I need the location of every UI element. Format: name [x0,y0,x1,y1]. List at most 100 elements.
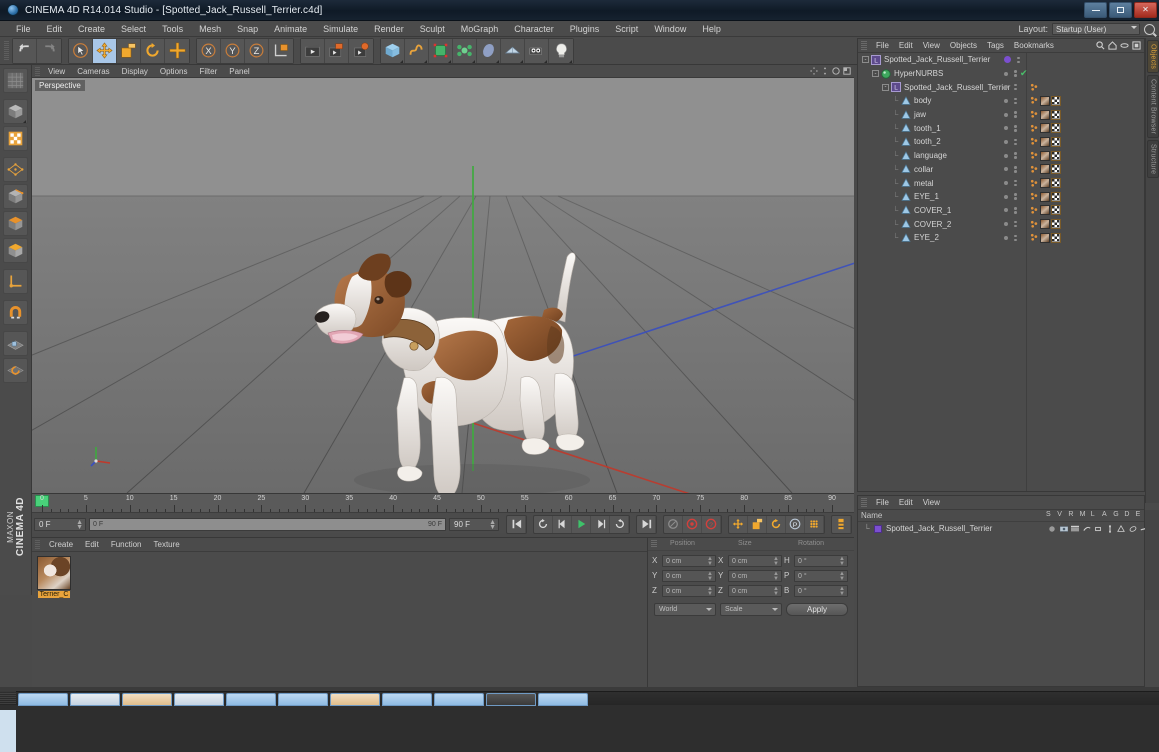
axis-l-icon[interactable] [3,269,28,294]
menu-item-simulate[interactable]: Simulate [315,22,366,36]
material-menu-edit[interactable]: Edit [79,540,105,549]
menu-item-render[interactable]: Render [366,22,412,36]
tag-dots-icon[interactable] [1030,206,1039,215]
taskbar-app[interactable] [278,693,328,706]
redo-button[interactable] [37,39,61,63]
maximize-button[interactable] [1109,2,1132,18]
object-tree[interactable]: -LSpotted_Jack_Russell_Terrier-HyperNURB… [858,53,1144,491]
material-tag-icon[interactable] [1083,525,1091,533]
material-tag-icon[interactable] [1040,205,1050,215]
box-icon[interactable] [1132,41,1141,52]
rotate-tool[interactable] [141,39,165,63]
object-row[interactable]: -HyperNURBS✔ [858,67,1144,81]
viewport-menu-options[interactable]: Options [154,67,194,76]
object-menu-objects[interactable]: Objects [945,41,982,50]
material-tag-icon[interactable] [1040,164,1050,174]
render-view-button[interactable] [301,39,325,63]
axis-tag-icon[interactable] [1106,525,1114,533]
layer-tag-icon[interactable] [1094,525,1102,533]
record-key-button[interactable] [683,516,702,533]
object-enable-dot[interactable] [1004,181,1008,185]
expander-toggle[interactable]: - [862,56,869,63]
menu-item-select[interactable]: Select [113,22,154,36]
menu-item-help[interactable]: Help [694,22,729,36]
menu-item-animate[interactable]: Animate [266,22,315,36]
object-visibility-dots[interactable] [1004,193,1017,200]
preview-range-slider[interactable]: 0 F 90 F [89,518,446,531]
object-menu-file[interactable]: File [871,41,894,50]
material-tag-icon[interactable] [1040,151,1050,161]
material-panel-grip[interactable] [35,540,40,549]
viewport-grip[interactable] [35,67,40,76]
coord-size-field[interactable]: 0 cm▲▼ [728,585,782,597]
uvw-tag-icon[interactable] [1051,96,1061,106]
minimize-button[interactable] [1084,2,1107,18]
polygon-cube-icon[interactable] [3,211,28,236]
attribute-menu-file[interactable]: File [871,498,894,507]
material-tag-icon[interactable] [1040,96,1050,106]
coord-rotation-field[interactable]: 0 °▲▼ [794,555,848,567]
taskbar-start-area[interactable] [0,691,16,705]
object-enable-dot[interactable] [1004,195,1008,199]
uvw-tag-icon[interactable] [1051,178,1061,188]
object-row[interactable]: └body [858,94,1144,108]
coord-size-field[interactable]: 0 cm▲▼ [728,570,782,582]
uvw-tag-icon[interactable] [1051,123,1061,133]
object-visibility-dot-pair[interactable] [1014,152,1017,159]
menu-item-sculpt[interactable]: Sculpt [412,22,453,36]
sidebar-tab-content-browser[interactable]: Content Browser [1147,75,1159,138]
autokey-button[interactable] [664,516,683,533]
object-row[interactable]: └collar [858,163,1144,177]
tag-dots-icon[interactable] [1030,151,1039,160]
material-menu-function[interactable]: Function [105,540,148,549]
taskbar-app[interactable] [18,693,68,706]
add-environment-button[interactable] [501,39,525,63]
object-menu-bookmarks[interactable]: Bookmarks [1009,41,1059,50]
coord-rotation-field[interactable]: 0 °▲▼ [794,570,848,582]
object-enable-dot[interactable] [1004,126,1008,130]
object-visibility-dot-pair[interactable] [1014,207,1017,214]
coord-position-field[interactable]: 0 cm▲▼ [662,555,716,567]
coordinates-panel-grip[interactable] [651,540,657,548]
menu-item-edit[interactable]: Edit [39,22,71,36]
object-visibility-dots[interactable] [1004,70,1017,77]
generator-tag-icon[interactable] [1117,525,1125,533]
search-icon[interactable] [1096,41,1105,52]
taskbar-app[interactable] [70,693,120,706]
move-alt-tool[interactable] [165,39,189,63]
object-visibility-dots[interactable] [1004,166,1017,173]
add-light-button[interactable] [549,39,573,63]
coord-rotation-field[interactable]: 0 °▲▼ [794,585,848,597]
pan-view-icon[interactable] [810,67,818,75]
taskbar-app[interactable] [174,693,224,706]
object-visibility-dot-pair[interactable] [1014,84,1017,91]
step-back-button[interactable] [553,516,572,533]
object-enable-dot[interactable] [1004,113,1008,117]
play-button[interactable] [572,516,591,533]
magnet-icon[interactable] [3,300,28,325]
render-tag-icon[interactable] [1071,525,1079,533]
deformer-tag-icon[interactable] [1129,525,1137,533]
object-row[interactable]: └language [858,149,1144,163]
object-visibility-dots[interactable] [1004,235,1017,242]
object-enable-dot[interactable] [1004,222,1008,226]
menu-item-snap[interactable]: Snap [229,22,266,36]
taskbar-app[interactable] [538,693,588,706]
menu-item-tools[interactable]: Tools [154,22,191,36]
uvw-tag-icon[interactable] [1051,151,1061,161]
position-key-button[interactable] [729,516,748,533]
menu-item-file[interactable]: File [8,22,39,36]
tag-dots-icon[interactable] [1030,165,1039,174]
object-row[interactable]: -LSpotted_Jack_Russell_Terrier [858,80,1144,94]
object-visibility-dot-pair[interactable] [1014,98,1017,105]
render-settings-button[interactable] [349,39,373,63]
object-enable-dot[interactable] [1004,72,1008,76]
object-row[interactable]: └COVER_2 [858,217,1144,231]
add-nurbs-button[interactable] [429,39,453,63]
object-visibility-dots[interactable] [1004,84,1017,91]
uvw-tag-icon[interactable] [1051,192,1061,202]
scale-tool[interactable] [117,39,141,63]
object-row[interactable]: └EYE_1 [858,190,1144,204]
workplane-rotate-icon[interactable] [3,358,28,383]
object-visibility-dots[interactable] [1004,56,1020,63]
